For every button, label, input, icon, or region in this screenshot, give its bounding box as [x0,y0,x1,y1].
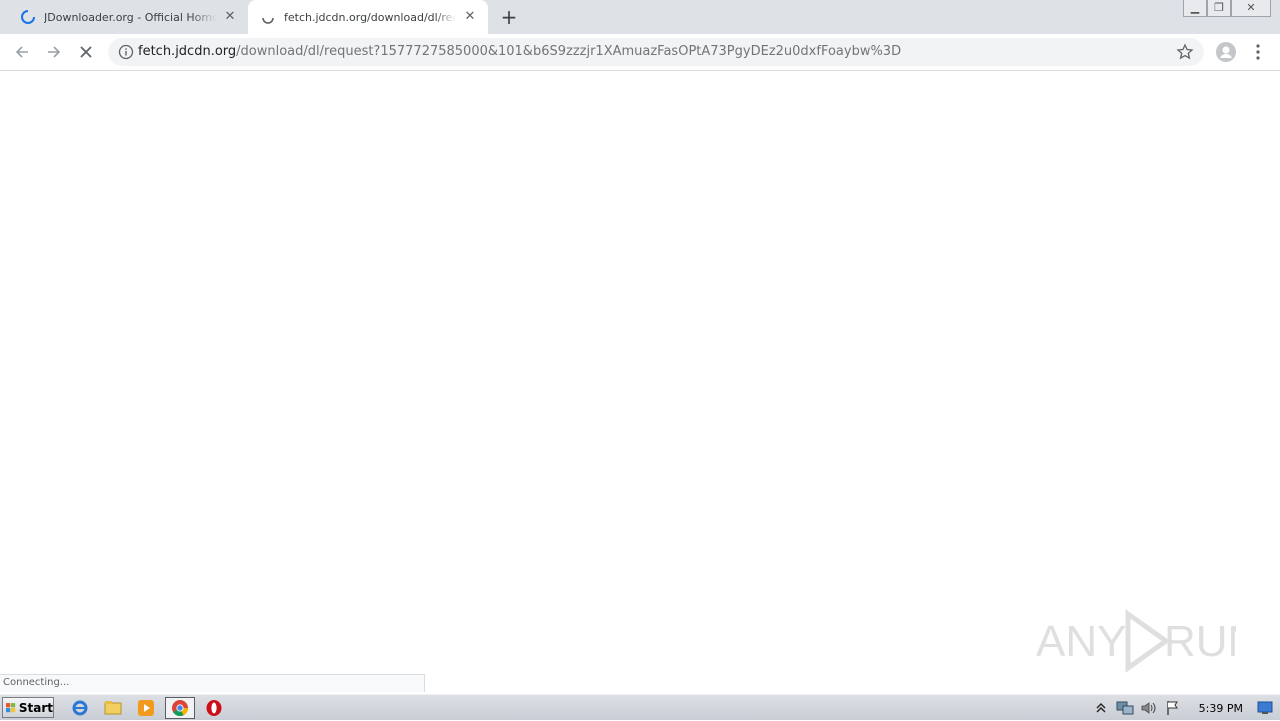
start-label: Start [18,700,53,715]
action-center-flag-icon[interactable] [1164,699,1182,717]
status-bubble: Connecting... [0,674,425,692]
info-icon[interactable] [118,44,134,60]
close-icon[interactable]: ✕ [1231,0,1271,17]
folder-icon[interactable] [103,698,123,718]
page-content [0,72,1280,694]
show-desktop-icon[interactable] [1256,699,1274,717]
taskbar-clock[interactable]: 5:39 PM [1199,702,1243,715]
browser-toolbar: fetch.jdcdn.org/download/dl/request?1577… [0,34,1280,71]
anyrun-watermark: ANY RUN [1036,609,1236,673]
url-host: fetch.jdcdn.org [138,44,237,59]
profile-icon[interactable] [1216,42,1236,62]
watermark-text-left: ANY [1036,617,1126,666]
star-icon[interactable] [1176,43,1194,61]
stop-icon[interactable] [75,41,97,63]
windows-flag-icon [6,702,16,712]
media-player-icon[interactable] [136,698,156,718]
url-path: /download/dl/request?1577727585000&101&b… [236,44,902,59]
tab-title: JDownloader.org - Official Homepage [44,10,216,24]
tab-close-icon[interactable]: ✕ [462,9,478,25]
watermark-text-right: RUN [1164,617,1236,666]
plus-icon[interactable]: + [498,7,520,29]
menu-icon[interactable] [1250,42,1266,62]
start-button[interactable]: Start [2,697,54,718]
tab-title: fetch.jdcdn.org/download/dl/request?1577… [284,10,456,24]
network-icon[interactable] [1116,699,1134,717]
tab-fetch[interactable]: fetch.jdcdn.org/download/dl/request?1577… [248,0,488,34]
restore-icon[interactable]: ❐ [1207,0,1231,17]
url-text: fetch.jdcdn.org/download/dl/request?1577… [138,44,901,60]
address-bar[interactable]: fetch.jdcdn.org/download/dl/request?1577… [108,38,1204,66]
volume-icon[interactable] [1140,699,1158,717]
loading-spinner-icon [21,10,35,24]
tab-strip: JDownloader.org - Official Homepage ✕ fe… [0,0,1280,34]
tab-jdownloader[interactable]: JDownloader.org - Official Homepage ✕ [8,0,248,34]
tab-close-icon[interactable]: ✕ [222,9,238,25]
window-controls: ▁ ❐ ✕ [1183,0,1271,18]
show-hidden-icons-icon[interactable] [1092,699,1110,717]
taskbar: Start 5:39 PM [0,694,1280,720]
internet-explorer-icon[interactable] [70,698,90,718]
back-icon[interactable] [11,41,33,63]
opera-icon[interactable] [204,698,224,718]
system-tray: 5:39 PM [1089,695,1280,721]
chrome-icon[interactable] [165,697,195,719]
minimize-icon[interactable]: ▁ [1183,0,1207,17]
forward-icon[interactable] [43,41,65,63]
loading-spinner-icon [262,17,274,24]
